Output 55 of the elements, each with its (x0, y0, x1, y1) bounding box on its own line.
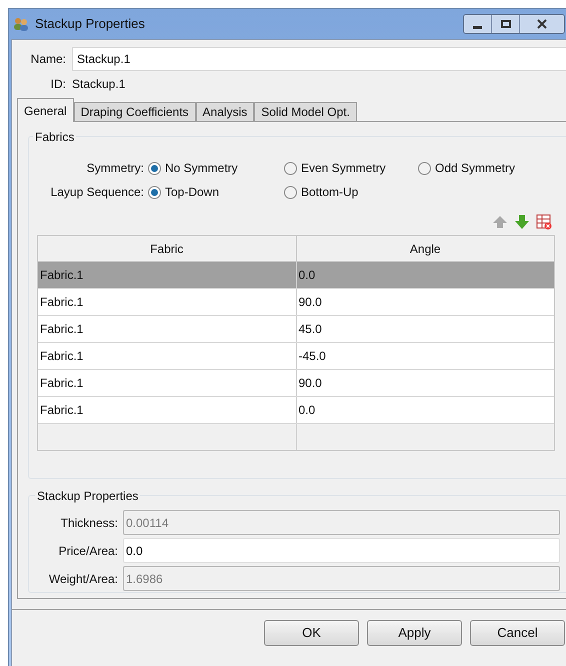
radio-button[interactable] (284, 162, 297, 174)
radio-button[interactable] (148, 186, 161, 198)
close-icon (537, 19, 547, 29)
radio-label: Bottom-Up (301, 184, 358, 201)
field-label: Price/Area: (58, 542, 119, 560)
field-label: Weight/Area: (48, 570, 119, 588)
table-cell: Fabric.1 (38, 316, 296, 342)
column-header[interactable]: Angle (296, 236, 554, 261)
table-cell: Fabric.1 (38, 370, 296, 396)
radio-label: Odd Symmetry (435, 160, 516, 177)
table-cell-text: -45.0 (298, 348, 327, 365)
table-row[interactable]: Fabric.1 90.0 (38, 370, 554, 397)
id-value: Stackup.1 (72, 76, 126, 93)
name-field[interactable]: Stackup.1 (72, 47, 566, 71)
table-cell-text: 90.0 (298, 294, 323, 311)
radio-group-label: Symmetry: (86, 160, 145, 177)
radio-button[interactable] (418, 162, 431, 174)
table-cell: Fabric.1 (38, 289, 296, 315)
id-label: ID: (50, 76, 66, 93)
tab[interactable]: Solid Model Opt. (254, 102, 357, 122)
radio-group-label: Layup Sequence: (50, 184, 145, 201)
table-cell: Fabric.1 (38, 397, 296, 423)
window-title: Stackup Properties (35, 15, 145, 34)
table-row[interactable]: Fabric.1 0.0 (38, 397, 554, 424)
dialog-button[interactable]: OK (264, 620, 359, 646)
table-row[interactable]: Fabric.1 0.0 (38, 262, 554, 289)
arrow-down-icon[interactable] (514, 214, 530, 230)
maximize-button[interactable] (492, 15, 520, 33)
dialog-button[interactable]: Apply (367, 620, 462, 646)
table-cell-text: 45.0 (298, 321, 323, 338)
users-icon (13, 16, 29, 32)
tab[interactable]: Draping Coefficients (74, 102, 196, 122)
field-label: Thickness: (60, 514, 119, 532)
radio-button[interactable] (284, 186, 297, 198)
radio-label: No Symmetry (165, 160, 238, 177)
table-cell-text: 90.0 (298, 375, 323, 392)
minimize-button[interactable] (464, 15, 492, 33)
table-cell-text: 0.0 (298, 267, 316, 284)
table-row[interactable]: Fabric.1 45.0 (38, 316, 554, 343)
dialog-button[interactable]: Cancel (470, 620, 565, 646)
column-header[interactable]: Fabric (38, 236, 296, 261)
table-cell-text: 0.0 (298, 402, 316, 419)
table-row[interactable]: Fabric.1 90.0 (38, 289, 554, 316)
tab[interactable]: General (17, 98, 74, 122)
radio-button[interactable] (148, 162, 161, 174)
radio-label: Top-Down (165, 184, 220, 201)
table-cell: Fabric.1 (38, 343, 296, 369)
table-cell: Fabric.1 (38, 262, 296, 288)
tab[interactable]: Analysis (196, 102, 254, 122)
delete-table-icon[interactable] (536, 214, 552, 230)
close-button[interactable] (520, 15, 564, 33)
input-field[interactable]: 0.0 (123, 538, 560, 563)
name-label: Name: (30, 51, 66, 68)
table-row[interactable]: Fabric.1 -45.0 (38, 343, 554, 370)
radio-label: Even Symmetry (301, 160, 386, 177)
